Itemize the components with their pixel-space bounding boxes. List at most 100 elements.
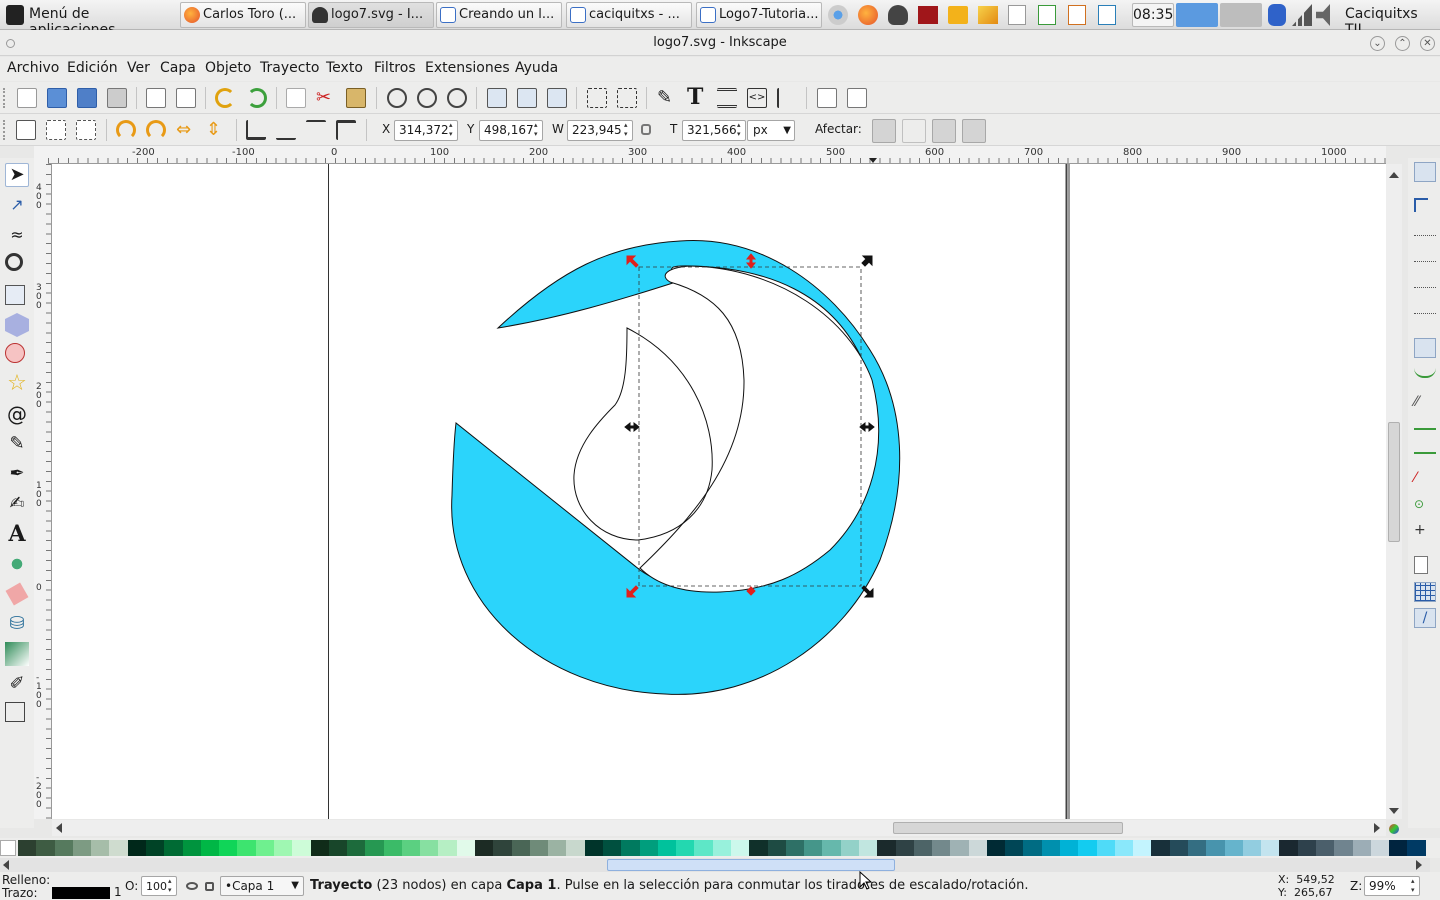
color-swatch[interactable]: [145, 840, 165, 856]
color-swatch[interactable]: [475, 840, 494, 856]
raise-icon[interactable]: [306, 120, 326, 140]
transform-patterns-toggle-icon[interactable]: [962, 119, 986, 143]
apps-menu-button[interactable]: Menú de aplicaciones: [2, 3, 174, 38]
color-swatch[interactable]: [18, 840, 37, 856]
print-icon[interactable]: [107, 88, 127, 108]
color-swatch[interactable]: [804, 840, 823, 856]
opacity-input[interactable]: 100: [141, 876, 177, 896]
color-swatch[interactable]: [566, 840, 585, 856]
palette-scroll-thumb[interactable]: [607, 859, 895, 871]
color-swatch[interactable]: [1224, 840, 1243, 856]
color-swatch[interactable]: [219, 840, 238, 856]
impress-launcher-icon[interactable]: [1068, 5, 1086, 25]
color-swatch[interactable]: [913, 840, 933, 856]
snap-bbox-corners-icon[interactable]: [1414, 252, 1436, 262]
color-swatch[interactable]: [1315, 840, 1335, 856]
color-swatch[interactable]: [548, 840, 567, 856]
snap-paths-icon[interactable]: [1414, 366, 1436, 378]
flip-vertical-icon[interactable]: ⇕: [206, 120, 226, 140]
tweak-tool-icon[interactable]: ≈: [5, 223, 29, 247]
color-swatch[interactable]: [1261, 840, 1280, 856]
save-icon[interactable]: [77, 88, 97, 108]
dropper-tool-icon[interactable]: ✐: [5, 672, 29, 696]
y-input[interactable]: 498,167: [479, 120, 543, 141]
snap-bbox-centers-icon[interactable]: [1414, 304, 1436, 314]
window-menu-icon[interactable]: [6, 39, 15, 48]
palette-scrollbar[interactable]: [0, 858, 1430, 872]
select-all-icon[interactable]: [16, 120, 36, 140]
ungroup-icon[interactable]: [617, 88, 637, 108]
color-swatch[interactable]: [986, 840, 1006, 856]
menu-extensiones[interactable]: Extensiones: [425, 60, 510, 76]
pencil-tool-icon[interactable]: ✎: [5, 432, 29, 456]
color-swatch[interactable]: [347, 840, 366, 856]
color-swatch[interactable]: [621, 840, 640, 856]
group-icon[interactable]: [587, 88, 607, 108]
editor-launcher-icon[interactable]: [978, 6, 998, 24]
snap-midpoints-icon[interactable]: ⁄: [1414, 468, 1436, 488]
copy-icon[interactable]: [286, 88, 306, 108]
snap-bbox-midpoints-icon[interactable]: [1414, 278, 1436, 288]
taskbar-window-writer[interactable]: Creando un l...: [436, 2, 562, 28]
color-swatch[interactable]: [237, 840, 256, 856]
rectangle-tool-icon[interactable]: [5, 285, 25, 305]
menu-objeto[interactable]: Objeto: [205, 60, 251, 76]
zoom-drawing-icon[interactable]: [417, 88, 437, 108]
color-swatch[interactable]: [1389, 840, 1408, 856]
color-management-toggle-icon[interactable]: [1389, 824, 1399, 834]
taskbar-window-folder-logo7[interactable]: Logo7-Tutoria...: [696, 2, 822, 28]
menu-edicion[interactable]: Edición: [67, 60, 118, 76]
undo-icon[interactable]: [215, 88, 235, 108]
new-document-icon[interactable]: [17, 88, 37, 108]
selector-tool-icon[interactable]: ➤: [5, 163, 29, 187]
color-swatch[interactable]: [200, 840, 220, 856]
deselect-icon[interactable]: [76, 120, 96, 140]
color-swatch[interactable]: [127, 840, 146, 856]
firefox-launcher-icon[interactable]: [858, 5, 878, 25]
scroll-down-icon[interactable]: [1389, 808, 1399, 814]
color-swatch[interactable]: [895, 840, 914, 856]
presentation-launcher-icon[interactable]: [918, 6, 938, 24]
color-swatch[interactable]: [36, 840, 55, 856]
x-input[interactable]: 314,372: [394, 120, 458, 141]
menu-texto[interactable]: Texto: [326, 60, 363, 76]
lower-to-bottom-icon[interactable]: [246, 120, 266, 140]
snap-toggle-icon[interactable]: [1414, 162, 1436, 182]
star-tool-icon[interactable]: ☆: [5, 372, 29, 396]
no-paint-swatch[interactable]: [0, 840, 16, 856]
align-distribute-icon[interactable]: [777, 88, 797, 108]
lower-icon[interactable]: [276, 120, 296, 140]
layer-select[interactable]: •Capa 1 ▼: [220, 876, 304, 896]
color-swatch[interactable]: [310, 840, 329, 856]
snap-rotation-center-icon[interactable]: +: [1414, 520, 1436, 540]
scale-handle-top-right[interactable]: [861, 255, 873, 267]
horizontal-ruler[interactable]: -200 -100 0 100 200 300 400 500 600 700 …: [48, 146, 1386, 164]
color-swatch[interactable]: [968, 840, 987, 856]
document-launcher-icon[interactable]: [1008, 5, 1026, 25]
color-swatch[interactable]: [1242, 840, 1262, 856]
snap-grid-icon[interactable]: [1414, 582, 1436, 602]
canvas-svg[interactable]: [52, 164, 1386, 819]
transform-gradients-toggle-icon[interactable]: [932, 119, 956, 143]
menu-trayecto[interactable]: Trayecto: [260, 60, 319, 76]
color-swatch[interactable]: [182, 840, 201, 856]
color-swatch[interactable]: [657, 840, 677, 856]
logo-teardrop[interactable]: [573, 327, 713, 541]
stroke-swatch[interactable]: [52, 887, 110, 899]
color-swatch[interactable]: [694, 840, 713, 856]
spiral-tool-icon[interactable]: @: [5, 402, 29, 426]
color-swatch[interactable]: [1188, 840, 1207, 856]
visibility-icon[interactable]: [186, 882, 198, 890]
snap-bbox-edges-icon[interactable]: [1414, 226, 1436, 236]
menu-archivo[interactable]: Archivo: [7, 60, 59, 76]
swatch-row[interactable]: [18, 840, 1426, 856]
color-swatch[interactable]: [858, 840, 878, 856]
connector-tool-icon[interactable]: [5, 702, 25, 722]
flip-horizontal-icon[interactable]: ⇔: [176, 120, 196, 140]
color-swatch[interactable]: [1133, 840, 1152, 856]
maximize-icon[interactable]: ⌃: [1395, 36, 1410, 51]
menu-filtros[interactable]: Filtros: [374, 60, 416, 76]
color-swatch[interactable]: [603, 840, 622, 856]
text-font-icon[interactable]: T: [687, 86, 707, 108]
color-swatch[interactable]: [730, 840, 750, 856]
